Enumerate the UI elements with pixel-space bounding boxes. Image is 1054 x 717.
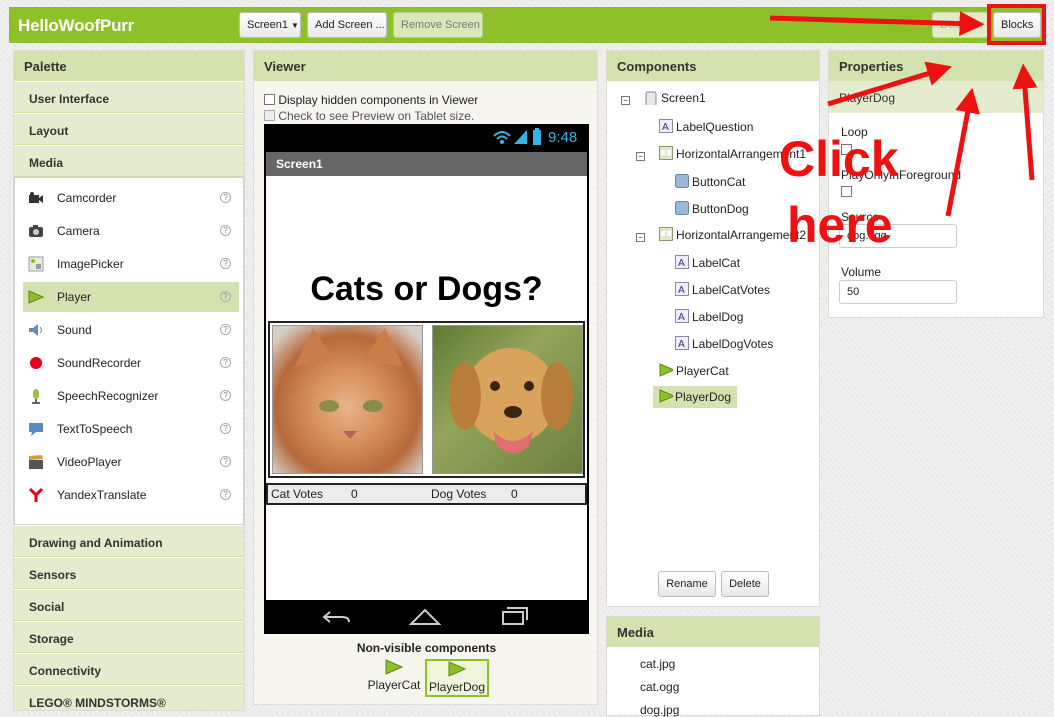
arrow-to-blocks-horizontal: [769, 11, 985, 37]
arrow-to-blocks-vertical-right: [1012, 63, 1038, 181]
arrow-to-blocks-vertical-left: [945, 87, 980, 217]
arrow-to-blocks-diagonal: [827, 61, 952, 107]
annotation-arrows: [769, 11, 1038, 217]
